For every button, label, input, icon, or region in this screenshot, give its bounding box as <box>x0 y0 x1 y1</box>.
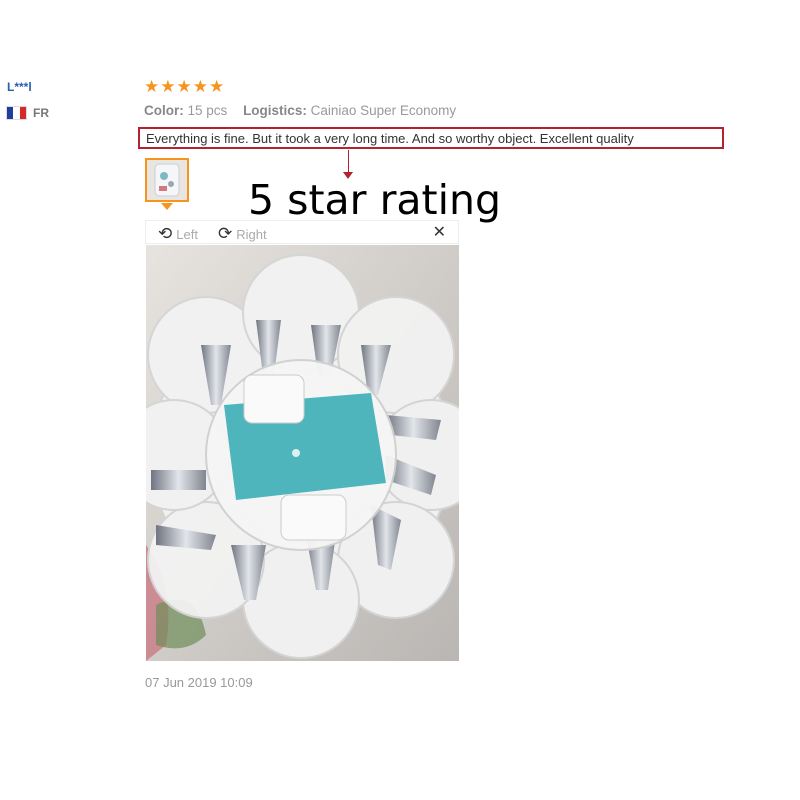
star-icon: ★ <box>144 77 160 97</box>
color-value: 15 pcs <box>187 103 228 118</box>
rotate-left-label: Left <box>176 226 198 242</box>
logistics-label: Logistics: <box>243 103 307 118</box>
rotate-left-button[interactable]: ⟲ Left <box>158 224 198 244</box>
rotate-right-icon: ⟳ <box>218 224 233 244</box>
piping-nozzle-case-icon <box>146 245 459 661</box>
review-photo-thumbnail[interactable] <box>145 158 189 202</box>
star-icon: ★ <box>209 77 225 97</box>
france-flag-icon <box>6 106 27 120</box>
rotate-right-button[interactable]: ⟳ Right <box>218 224 267 244</box>
review-photo <box>146 245 459 661</box>
star-icon: ★ <box>176 77 192 97</box>
star-icon: ★ <box>160 77 176 97</box>
rotate-left-icon: ⟲ <box>158 224 173 244</box>
reviewer-name[interactable]: L***l <box>7 80 32 94</box>
annotation-arrow-line <box>348 150 349 174</box>
country-code: FR <box>33 106 49 120</box>
color-label: Color: <box>144 103 184 118</box>
star-icon: ★ <box>192 77 208 97</box>
rotate-right-label: Right <box>236 226 267 242</box>
order-meta: Color: 15 pcs Logistics: Cainiao Super E… <box>144 103 456 118</box>
image-viewer-toolbar: ⟲ Left ⟳ Right ✕ <box>145 220 459 244</box>
star-rating: ★ ★ ★ ★ ★ <box>144 78 224 96</box>
reviewer-country: FR <box>6 106 49 120</box>
thumbnail-image <box>147 160 187 200</box>
review-text: Everything is fine. But it took a very l… <box>138 127 724 149</box>
review-date: 07 Jun 2019 10:09 <box>145 675 253 690</box>
thumbnail-pointer-icon <box>161 203 173 210</box>
logistics-value: Cainiao Super Economy <box>310 103 457 118</box>
annotation-text: 5 star rating <box>248 176 502 224</box>
close-icon[interactable]: ✕ <box>433 222 446 241</box>
